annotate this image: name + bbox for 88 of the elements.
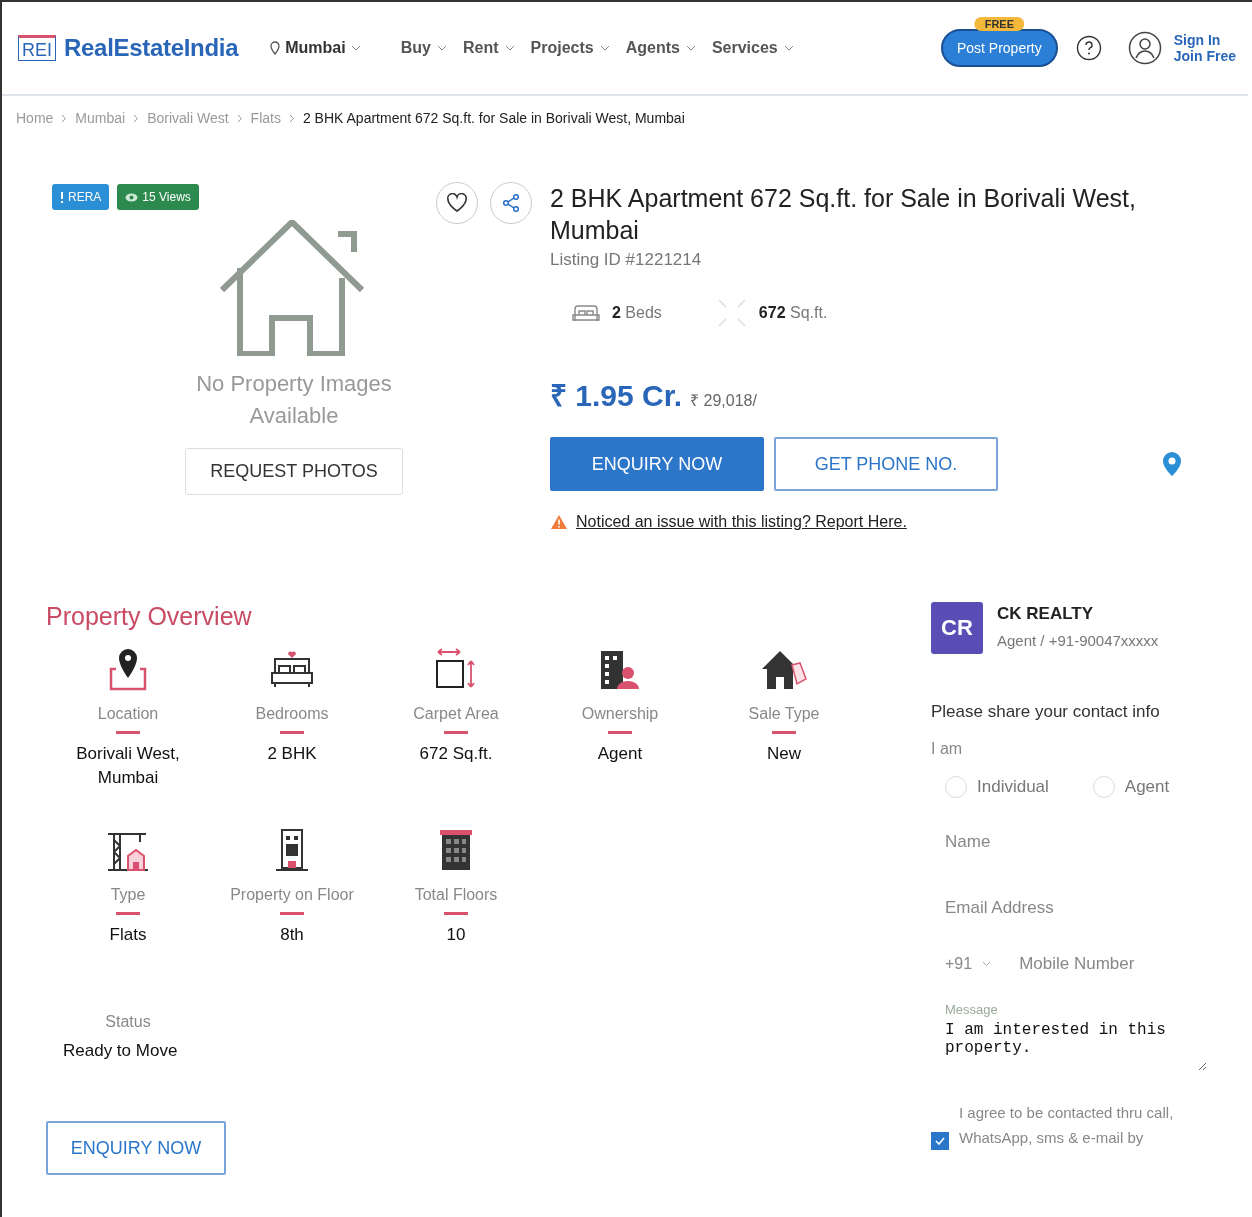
heart-icon [446, 193, 468, 213]
enquiry-now-button[interactable]: ENQUIRY NOW [46, 1121, 226, 1175]
chevron-icon [288, 113, 295, 123]
agent-contact: Agent / +91-90047xxxxx [997, 632, 1159, 649]
listing-id: Listing ID #1221214 [550, 250, 703, 270]
request-photos-button[interactable]: REQUEST PHOTOS [185, 448, 403, 495]
city-selector[interactable]: Mumbai [270, 39, 361, 57]
nav-menu[interactable]: Agents [625, 39, 696, 57]
radio-label[interactable]: Individual [977, 777, 1049, 797]
overview-label: Property on Floor [230, 886, 354, 904]
overview-value: Flats [108, 924, 148, 946]
area-icon [434, 647, 478, 691]
sign-in-link[interactable]: Sign In [1173, 32, 1236, 48]
feature-text: 2 Beds [612, 304, 662, 322]
breadcrumb-link[interactable]: Home [16, 110, 54, 126]
nav-menu[interactable]: Projects [530, 39, 610, 57]
chevron-icon [236, 113, 243, 123]
overview-value: New [766, 743, 802, 765]
report-link[interactable]: Noticed an issue with this listing? Report Here. [576, 513, 907, 531]
chevron-icon [133, 113, 140, 123]
overview-value: 8th [279, 924, 305, 946]
country-code-select[interactable]: +91 [931, 955, 1006, 973]
overview-label: Bedrooms [255, 705, 329, 723]
overview-value: 2 BHK [266, 743, 318, 765]
apartment-icon [439, 828, 473, 872]
get-phone-button[interactable]: GET PHONE NO. [774, 437, 998, 491]
map-pin-icon[interactable] [1162, 451, 1182, 477]
breadcrumb-link[interactable]: Mumbai [75, 110, 126, 126]
post-property-button[interactable]: Post Property [940, 29, 1058, 67]
caret-icon [982, 961, 992, 967]
favorite-button[interactable] [436, 182, 478, 224]
price-per-unit: ₹ 29,018/ [690, 391, 757, 411]
status-label: Status [105, 1013, 151, 1031]
breadcrumb-link[interactable]: Flats [250, 110, 281, 126]
user-icon[interactable] [1127, 31, 1162, 65]
views-badge: 15 Views [117, 184, 199, 210]
caret-icon [685, 45, 696, 51]
overview-value: Borivali West, Mumbai [75, 743, 181, 789]
nav-menu[interactable]: Buy [400, 39, 447, 57]
location-icon [108, 647, 148, 691]
listing-title: 2 BHK Apartment 672 Sq.ft. for Sale in Borivali West, Mumbai [550, 183, 1137, 246]
nav-menu[interactable]: Rent [462, 39, 515, 57]
overview-label: Ownership [581, 705, 659, 723]
overview-label: Sale Type [748, 705, 820, 723]
bed-icon [270, 649, 314, 689]
caret-icon [350, 45, 361, 51]
overview-value: 672 Sq.ft. [418, 743, 494, 765]
chevron-icon [61, 113, 68, 123]
join-free-link[interactable]: Join Free [1173, 48, 1236, 64]
agent-avatar: CR [931, 602, 983, 654]
no-images-message: No Property Images Available [195, 370, 393, 430]
status-value: Ready to Move [63, 1040, 179, 1062]
overview-label: Location [97, 705, 159, 723]
help-icon[interactable] [1075, 35, 1102, 61]
price: ₹ 1.95 Cr. [550, 378, 683, 414]
consent-text: I agree to be contacted thru call, WhatsApp, sms & e-mail by [959, 1103, 1175, 1148]
free-badge: FREE [974, 17, 1024, 31]
feature-text: 672 Sq.ft. [758, 304, 828, 322]
logo-mark[interactable]: REI [18, 35, 56, 61]
overview-label: Carpet Area [413, 705, 499, 723]
caret-icon [504, 45, 515, 51]
location-pin-icon [270, 41, 281, 55]
overview-value: Agent [596, 743, 644, 765]
caret-icon [436, 45, 447, 51]
breadcrumb-current: 2 BHK Apartment 672 Sq.ft. for Sale in Borivali West, Mumbai [302, 110, 685, 126]
radio-label[interactable]: Agent [1124, 777, 1170, 797]
logo-text[interactable]: RealEstateIndia [64, 34, 239, 62]
enquiry-now-button[interactable]: ENQUIRY NOW [550, 437, 764, 491]
rera-badge: RERA [52, 184, 110, 210]
check-icon [935, 1137, 945, 1145]
expand-icon [716, 298, 747, 328]
role-label: I am [931, 740, 964, 758]
share-button[interactable] [490, 182, 532, 224]
overview-label: Type [110, 886, 146, 904]
agent-name: CK REALTY [997, 604, 1094, 624]
consent-checkbox[interactable] [931, 1132, 949, 1150]
warning-icon [550, 514, 568, 530]
nav-menu[interactable]: Services [711, 39, 794, 57]
share-icon [501, 193, 521, 213]
breadcrumb-link[interactable]: Borivali West [147, 110, 229, 126]
house-icon [220, 220, 366, 356]
caret-icon [783, 45, 794, 51]
caret-icon [599, 45, 610, 51]
overview-value: 10 [445, 924, 467, 946]
form-prompt: Please share your contact info [931, 702, 1161, 722]
section-title: Property Overview [46, 602, 253, 631]
overview-label: Total Floors [414, 886, 498, 904]
bed-icon [572, 303, 600, 323]
